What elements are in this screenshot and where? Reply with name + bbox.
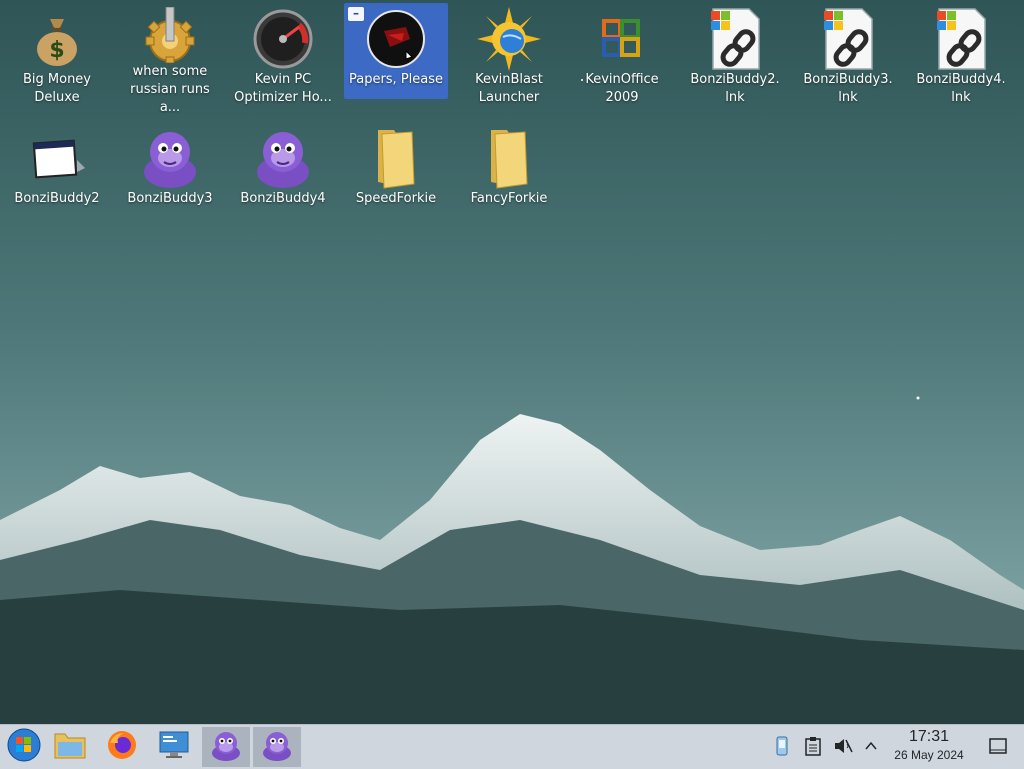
desktop-icon-papers-please[interactable]: – Papers, Please bbox=[344, 3, 448, 99]
desktop-icon-kevinblast-launcher[interactable]: KevinBlast Launcher bbox=[457, 3, 561, 107]
papers-please-icon bbox=[362, 7, 430, 71]
clock-time: 17:31 bbox=[908, 728, 950, 745]
windows-logo-icon bbox=[7, 728, 41, 766]
icon-label: KevinOffice 2009 bbox=[585, 72, 659, 105]
network-icon[interactable] bbox=[771, 735, 793, 757]
clipboard-icon[interactable] bbox=[802, 735, 824, 757]
desktop-icon-big-money-deluxe[interactable]: $ Big Money Deluxe bbox=[5, 3, 109, 107]
icon-label: KevinBlast Launcher bbox=[475, 72, 543, 105]
folder-icon bbox=[53, 730, 87, 764]
icon-label: BonziBuddy4. lnk bbox=[916, 72, 1006, 105]
firefox-icon bbox=[106, 729, 138, 765]
shortcut-file-icon bbox=[814, 7, 882, 71]
folder-icon bbox=[362, 126, 430, 190]
desktop-icon-bonzibuddy4[interactable]: BonziBuddy4 bbox=[231, 122, 335, 226]
icon-label: BonziBuddy2. lnk bbox=[690, 72, 780, 105]
money-bag-icon: $ bbox=[23, 7, 91, 71]
icon-label: Kevin PC Optimizer Ho... bbox=[234, 72, 332, 105]
desktop-icon-russian-runs[interactable]: when some russian runs a... bbox=[118, 3, 222, 115]
shortcut-file-icon bbox=[927, 7, 995, 71]
desktop-icon-kevinoffice-2009[interactable]: KevinOffice 2009 bbox=[570, 3, 674, 107]
desktop-icon-kevin-pc-optimizer[interactable]: Kevin PC Optimizer Ho... bbox=[231, 3, 335, 107]
purple-gorilla-icon bbox=[210, 729, 242, 765]
icon-label: SpeedForkie bbox=[355, 191, 437, 206]
clock-date: 26 May 2024 bbox=[894, 748, 964, 762]
desktop-icon-fancyforkie[interactable]: FancyForkie bbox=[457, 122, 561, 226]
desktop-icon-bonzibuddy3[interactable]: BonziBuddy3 bbox=[118, 122, 222, 226]
desktop-icon-bonzibuddy2[interactable]: BonziBuddy2 bbox=[5, 122, 109, 226]
muted-speaker-icon[interactable] bbox=[832, 735, 854, 757]
speedometer-icon bbox=[249, 7, 317, 71]
app-window-icon bbox=[23, 126, 91, 190]
icon-label: BonziBuddy3 bbox=[127, 191, 213, 206]
purple-gorilla-icon bbox=[249, 126, 317, 190]
svg-text:$: $ bbox=[49, 38, 64, 63]
show-desktop-icon[interactable] bbox=[987, 735, 1009, 757]
clock[interactable]: 17:31 26 May 2024 bbox=[880, 727, 978, 767]
office-icon bbox=[588, 7, 656, 71]
desktop: $ Big Money Deluxe when some russian run… bbox=[0, 0, 1024, 724]
firefox-button[interactable] bbox=[98, 727, 146, 767]
icon-label: when some russian runs a... bbox=[130, 64, 210, 115]
purple-gorilla-icon bbox=[136, 126, 204, 190]
icon-label: BonziBuddy2 bbox=[14, 191, 100, 206]
sun-globe-icon bbox=[475, 7, 543, 71]
icon-label: Big Money Deluxe bbox=[22, 72, 91, 105]
system-settings-button[interactable] bbox=[150, 727, 198, 767]
icon-label: BonziBuddy3. lnk bbox=[803, 72, 893, 105]
icon-label: BonziBuddy4 bbox=[240, 191, 326, 206]
gear-icon bbox=[136, 7, 204, 63]
folder-icon bbox=[475, 126, 543, 190]
desktop-icon-bonzibuddy3-lnk[interactable]: BonziBuddy3. lnk bbox=[796, 3, 900, 107]
start-button[interactable] bbox=[0, 727, 48, 767]
selection-toggle-icon[interactable]: – bbox=[348, 7, 364, 21]
desktop-icon-bonzibuddy4-lnk[interactable]: BonziBuddy4. lnk bbox=[909, 3, 1013, 107]
desktop-icon-speedforkie[interactable]: SpeedForkie bbox=[344, 122, 448, 226]
bonzibuddy-task-1[interactable] bbox=[202, 727, 250, 767]
monitor-icon bbox=[158, 730, 190, 764]
purple-gorilla-icon bbox=[261, 729, 293, 765]
icon-label: Papers, Please bbox=[348, 72, 444, 87]
file-manager-button[interactable] bbox=[46, 727, 94, 767]
shortcut-file-icon bbox=[701, 7, 769, 71]
desktop-icon-bonzibuddy2-lnk[interactable]: BonziBuddy2. lnk bbox=[683, 3, 787, 107]
icon-label: FancyForkie bbox=[470, 191, 548, 206]
taskbar: 17:31 26 May 2024 bbox=[0, 724, 1024, 769]
bonzibuddy-task-2[interactable] bbox=[253, 727, 301, 767]
chevron-up-icon[interactable] bbox=[860, 735, 882, 757]
